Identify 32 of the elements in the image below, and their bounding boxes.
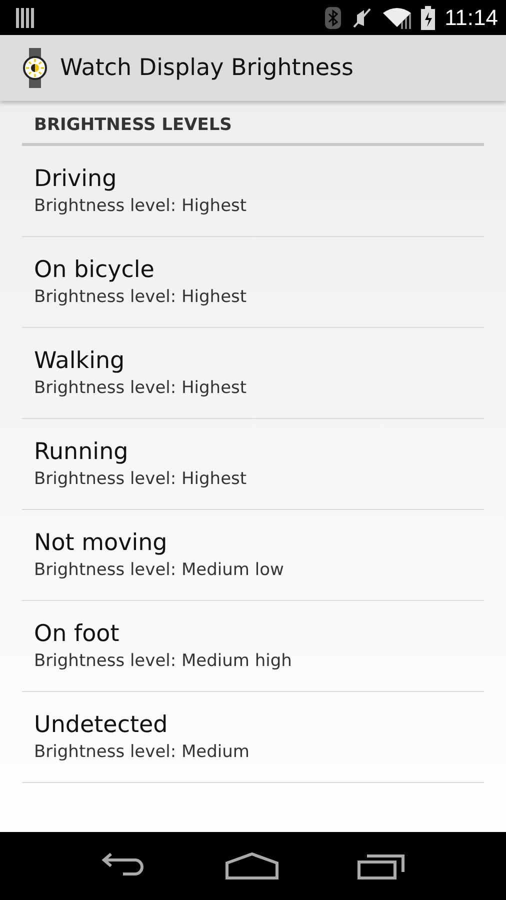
item-summary: Brightness level: Highest [34, 287, 248, 307]
item-summary: Brightness level: Medium low [34, 560, 285, 580]
bluetooth-icon [324, 6, 341, 28]
item-summary: Brightness level: Highest [34, 378, 248, 398]
item-title: Not moving [34, 530, 168, 556]
home-button[interactable] [225, 852, 279, 880]
section-header: BRIGHTNESS LEVELS [22, 101, 484, 146]
clock-time: 11:14 [444, 4, 498, 30]
list-item[interactable]: On bicycle Brightness level: Highest [22, 237, 484, 328]
item-summary: Brightness level: Highest [34, 469, 248, 489]
notification-icon [16, 8, 34, 28]
watch-icon [22, 48, 48, 88]
app-title: Watch Display Brightness [60, 55, 354, 81]
list-item[interactable]: Running Brightness level: Highest [22, 419, 484, 510]
list-item[interactable]: Not moving Brightness level: Medium low [22, 510, 484, 601]
recent-apps-button[interactable] [357, 852, 407, 880]
item-title: Running [34, 439, 130, 465]
mute-icon [350, 6, 373, 28]
list-item[interactable]: Undetected Brightness level: Medium [22, 692, 484, 783]
item-title: Driving [34, 166, 118, 192]
list-item[interactable]: Driving Brightness level: Highest [22, 146, 484, 237]
item-summary: Brightness level: Highest [34, 196, 248, 216]
item-title: Undetected [34, 712, 169, 738]
item-summary: Brightness level: Medium [34, 742, 250, 762]
list-item[interactable]: On foot Brightness level: Medium high [22, 601, 484, 692]
item-title: On bicycle [34, 257, 156, 283]
wifi-icon [382, 6, 411, 28]
item-title: Walking [34, 348, 126, 374]
item-summary: Brightness level: Medium high [34, 651, 293, 671]
battery-icon [420, 6, 435, 30]
list-item[interactable]: Walking Brightness level: Highest [22, 328, 484, 419]
item-title: On foot [34, 621, 120, 647]
